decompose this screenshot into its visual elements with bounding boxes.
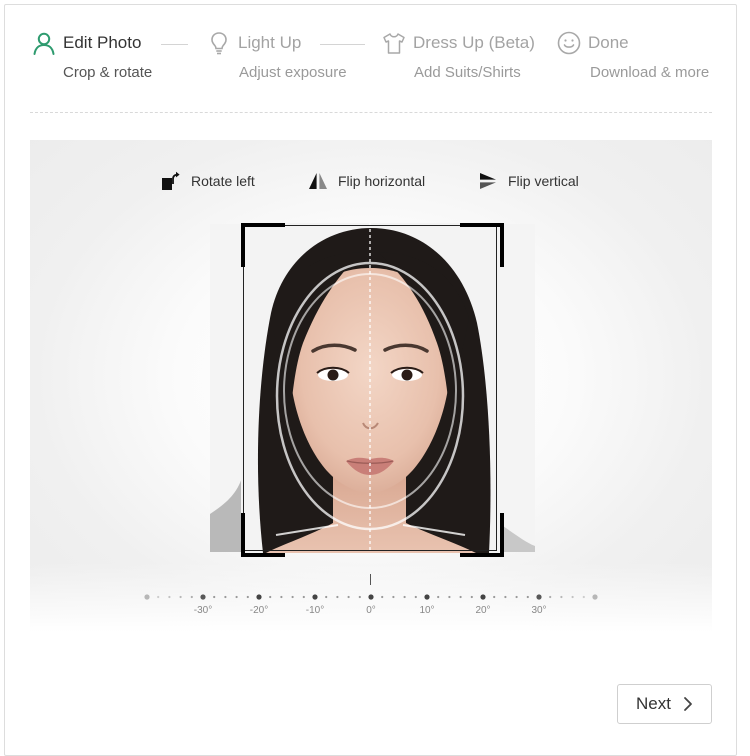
dial-minor-tick (269, 595, 272, 599)
dial-minor-tick (280, 595, 283, 599)
dial-indicator (370, 574, 371, 585)
dial-major-tick (536, 594, 542, 600)
flip-vertical-label: Flip vertical (508, 173, 579, 189)
crop-handle-top-left[interactable] (241, 223, 285, 267)
dial-minor-tick (246, 595, 249, 599)
smiley-icon (556, 30, 582, 56)
lightbulb-icon (206, 30, 232, 56)
dial-minor-tick (381, 595, 384, 599)
dial-minor-tick (190, 595, 193, 599)
step-progress: Edit Photo Crop & rotate Light Up Adjust… (0, 0, 750, 100)
step-title: Done (588, 33, 629, 52)
next-label: Next (636, 694, 671, 713)
transform-toolbar: Rotate left Flip horizontal Flip vertica… (0, 168, 750, 194)
crop-handle-top-right[interactable] (460, 223, 504, 267)
crop-handle-bottom-right[interactable] (460, 513, 504, 557)
dial-minor-tick (291, 595, 294, 599)
dial-minor-tick (493, 595, 496, 599)
dial-minor-tick (403, 595, 406, 599)
person-icon (31, 30, 57, 56)
next-button[interactable]: Next (617, 684, 712, 724)
flip-horizontal-button[interactable]: Flip horizontal (308, 168, 425, 194)
dial-major-tick (368, 594, 374, 600)
dial-minor-tick (437, 595, 440, 599)
rotate-left-button[interactable]: Rotate left (161, 168, 255, 194)
dial-major-tick (312, 594, 318, 600)
dial-minor-tick (571, 595, 574, 599)
crop-handle-bottom-left[interactable] (241, 513, 285, 557)
step-light-up[interactable]: Light Up Adjust exposure (206, 28, 347, 81)
dial-minor-tick (515, 595, 518, 599)
dial-label: 0° (366, 605, 376, 616)
dial-label: 10° (419, 605, 435, 616)
step-subtitle: Adjust exposure (239, 64, 347, 81)
dial-label: 30° (531, 605, 547, 616)
shirt-icon (381, 30, 407, 56)
rotate-left-icon (162, 171, 180, 190)
dial-minor-tick (325, 595, 328, 599)
rotation-dial[interactable]: -30° -20° -10° 0° 10° 20° 30° (140, 572, 610, 622)
step-title: Light Up (238, 33, 302, 52)
dial-minor-tick (549, 595, 552, 599)
step-dress-up[interactable]: Dress Up (Beta) Add Suits/Shirts (381, 28, 535, 81)
dial-label: -30° (193, 605, 213, 616)
step-connector (161, 44, 188, 45)
dial-minor-tick (157, 595, 160, 599)
flip-vertical-icon (480, 173, 496, 189)
crop-frame[interactable] (243, 225, 497, 551)
step-title: Edit Photo (63, 33, 142, 52)
dial-minor-tick (582, 595, 585, 599)
dial-minor-tick (213, 595, 216, 599)
step-subtitle: Add Suits/Shirts (414, 64, 521, 81)
dial-label: -20° (249, 605, 269, 616)
dial-minor-tick (168, 595, 171, 599)
divider (30, 112, 712, 113)
dial-ticks (144, 594, 598, 600)
dial-minor-tick (448, 595, 451, 599)
dial-minor-tick (504, 595, 507, 599)
dial-minor-tick (358, 595, 361, 599)
dial-minor-tick (560, 595, 563, 599)
dial-minor-tick (179, 595, 182, 599)
step-edit-photo[interactable]: Edit Photo Crop & rotate (31, 28, 152, 81)
step-title: Dress Up (Beta) (413, 33, 535, 52)
dial-minor-tick (302, 595, 305, 599)
dial-label: -10° (305, 605, 325, 616)
dial-major-tick (592, 594, 598, 600)
dial-minor-tick (235, 595, 238, 599)
flip-horizontal-label: Flip horizontal (338, 173, 426, 189)
dial-minor-tick (459, 595, 462, 599)
dial-minor-tick (224, 595, 227, 599)
flip-vertical-button[interactable]: Flip vertical (478, 168, 579, 194)
dial-minor-tick (347, 595, 350, 599)
step-subtitle: Download & more (590, 64, 710, 81)
step-subtitle: Crop & rotate (63, 64, 153, 81)
dial-minor-tick (336, 595, 339, 599)
dial-minor-tick (414, 595, 417, 599)
step-connector (320, 44, 365, 45)
step-done[interactable]: Done Download & more (556, 28, 709, 81)
rotate-left-label: Rotate left (191, 173, 255, 189)
dial-major-tick (256, 594, 262, 600)
dial-minor-tick (526, 595, 529, 599)
dial-major-tick (424, 594, 430, 600)
dial-minor-tick (470, 595, 473, 599)
dial-major-tick (200, 594, 206, 600)
dial-major-tick (144, 594, 150, 600)
dial-major-tick (480, 594, 486, 600)
flip-horizontal-icon (309, 173, 327, 189)
dial-label: 20° (475, 605, 491, 616)
chevron-right-icon (684, 697, 692, 711)
dial-minor-tick (392, 595, 395, 599)
